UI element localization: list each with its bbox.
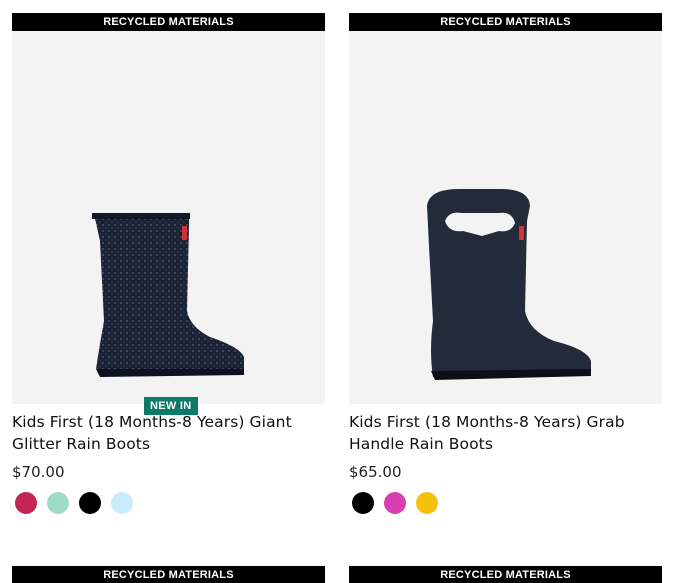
grab-handle-rain-boot-icon xyxy=(427,189,591,380)
product-card[interactable]: RECYCLED MATERIALS xyxy=(12,566,325,583)
color-swatch[interactable] xyxy=(111,492,133,514)
color-swatch[interactable] xyxy=(384,492,406,514)
color-swatch[interactable] xyxy=(15,492,37,514)
product-card[interactable]: RECYCLED MATERIALS xyxy=(349,566,662,583)
product-price: $70.00 xyxy=(12,463,65,481)
product-card[interactable]: RECYCLED MATERIALS Kids First (18 Months… xyxy=(349,13,662,514)
recycled-materials-banner: RECYCLED MATERIALS xyxy=(349,566,662,583)
color-swatches xyxy=(349,492,662,514)
glitter-rain-boot-icon xyxy=(92,213,244,377)
color-swatch[interactable] xyxy=(47,492,69,514)
color-swatch[interactable] xyxy=(416,492,438,514)
product-image[interactable]: NEW IN xyxy=(12,31,325,415)
product-card[interactable]: RECYCLED MATERIALS NEW IN Kids First (18… xyxy=(12,13,325,514)
new-in-badge: NEW IN xyxy=(144,397,198,415)
product-image[interactable] xyxy=(349,31,662,404)
recycled-materials-banner: RECYCLED MATERIALS xyxy=(349,13,662,31)
color-swatches xyxy=(12,492,325,514)
recycled-materials-banner: RECYCLED MATERIALS xyxy=(12,566,325,583)
color-swatch[interactable] xyxy=(352,492,374,514)
product-title[interactable]: Kids First (18 Months-8 Years) Grab Hand… xyxy=(349,411,662,455)
product-price: $65.00 xyxy=(349,463,402,481)
product-title[interactable]: Kids First (18 Months-8 Years) Giant Gli… xyxy=(12,411,325,455)
recycled-materials-banner: RECYCLED MATERIALS xyxy=(12,13,325,31)
color-swatch[interactable] xyxy=(79,492,101,514)
